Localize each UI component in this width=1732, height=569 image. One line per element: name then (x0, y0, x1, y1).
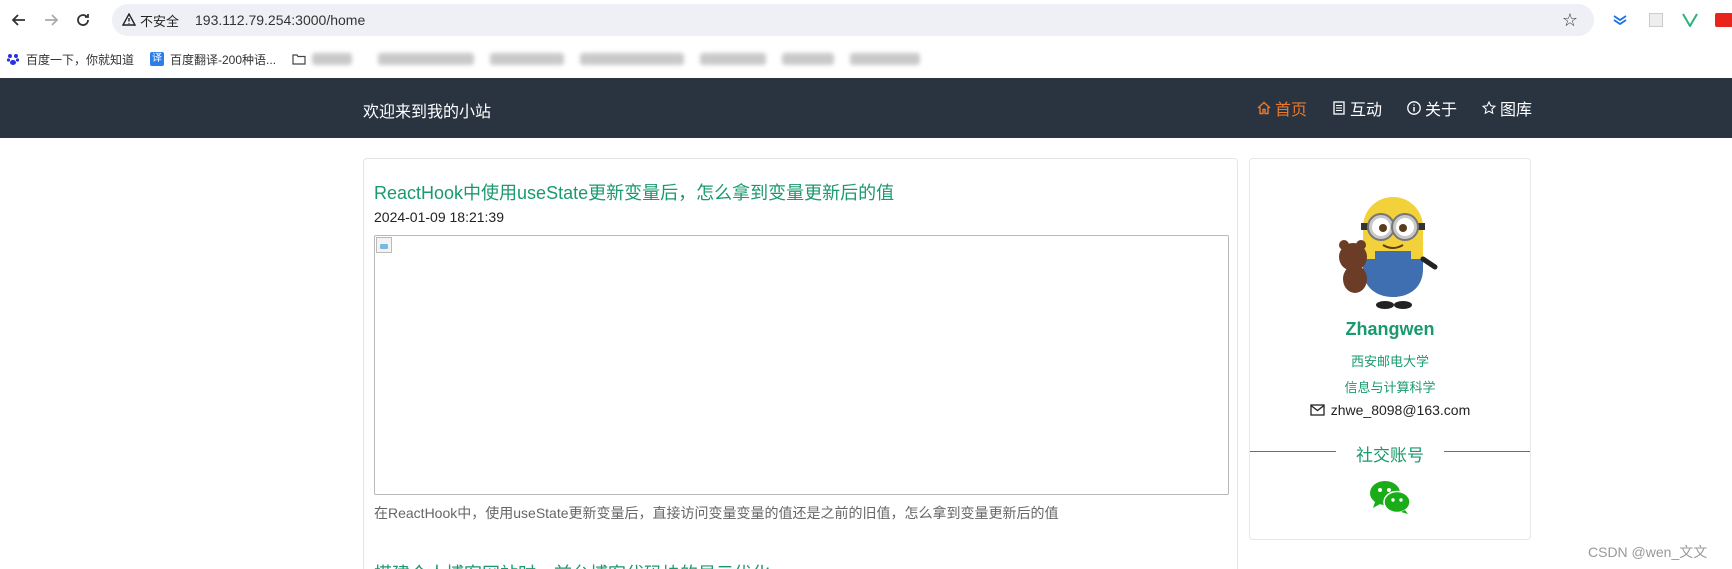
social-heading: 社交账号 (1356, 446, 1424, 465)
avatar (1339, 197, 1438, 309)
forward-arrow-icon (45, 14, 59, 26)
chevron-stack-icon (1613, 15, 1627, 26)
vue-devtools-icon (1682, 13, 1698, 27)
post-title[interactable]: ReactHook中使用useState更新变量后，怎么拿到变量更新后的值 (374, 179, 894, 205)
site-brand[interactable]: 欢迎来到我的小站 (363, 98, 491, 122)
blurred-bookmark[interactable] (490, 53, 565, 65)
blurred-bookmark (312, 53, 353, 65)
profile-email: zhwe_8098@163.com (1250, 402, 1530, 418)
nav-menu: 首页 互动 关于 图库 (1256, 96, 1556, 120)
red-extension-icon (1715, 13, 1732, 27)
site-navbar: 欢迎来到我的小站 首页 互动 关于 图库 (0, 78, 1732, 138)
bookmarks-bar: 百度一下，你就知道 译 百度翻译-200种语... (0, 40, 1732, 78)
nav-home[interactable]: 首页 (1256, 96, 1307, 120)
browser-toolbar: 不安全 193.112.79.254:3000/home ☆ (0, 0, 1732, 40)
broken-image-icon (376, 237, 392, 253)
post-date: 2024-01-09 18:21:39 (374, 209, 504, 225)
bookmark-baidu-translate[interactable]: 译 百度翻译-200种语... (150, 51, 276, 68)
bookmark-label: 百度一下，你就知道 (26, 52, 135, 67)
mail-icon (1310, 404, 1325, 416)
back-arrow-icon (11, 14, 25, 26)
forward-button[interactable] (38, 7, 64, 33)
home-icon (1257, 101, 1271, 115)
blurred-bookmark[interactable] (378, 53, 475, 65)
profile-card: Zhangwen 西安邮电大学 信息与计算科学 zhwe_8098@163.co… (1249, 158, 1531, 540)
bookmark-baidu[interactable]: 百度一下，你就知道 (6, 51, 134, 68)
nav-label: 关于 (1425, 102, 1458, 119)
folder-icon (292, 54, 306, 65)
nav-label: 互动 (1350, 102, 1383, 119)
warning-icon (122, 13, 136, 26)
address-bar[interactable]: 不安全 193.112.79.254:3000/home ☆ (112, 4, 1594, 36)
post-title[interactable]: 搭建个人博客网站时，前台博客代码块的显示优化 (374, 560, 770, 569)
blurred-bookmark[interactable] (782, 53, 835, 65)
grid-icon (1649, 13, 1663, 27)
profile-school: 西安邮电大学 (1350, 354, 1429, 369)
bookmark-folder[interactable] (292, 52, 368, 66)
blurred-bookmark[interactable] (850, 53, 921, 65)
post-summary: 在ReactHook中，使用useState更新变量后，直接访问变量变量的值还是… (374, 505, 1059, 521)
extension-icon[interactable] (1714, 10, 1732, 30)
social-divider: 社交账号 (1250, 441, 1530, 465)
star-icon (1481, 100, 1497, 115)
url-text[interactable]: 193.112.79.254:3000/home (195, 12, 365, 28)
profile-name: Zhangwen (1345, 319, 1435, 339)
reload-icon (77, 14, 89, 26)
back-button[interactable] (6, 7, 32, 33)
info-icon (1407, 101, 1421, 115)
bookmark-star-icon[interactable]: ☆ (1560, 10, 1580, 30)
reload-button[interactable] (70, 7, 96, 33)
extension-icon[interactable] (1680, 10, 1700, 30)
extension-icon[interactable] (1646, 10, 1666, 30)
translate-icon: 译 (150, 52, 165, 66)
document-icon (1333, 101, 1345, 115)
csdn-watermark: CSDN @wen_文文 (1588, 544, 1708, 560)
nav-about[interactable]: 关于 (1406, 96, 1457, 120)
post-cover-image[interactable] (374, 235, 1229, 495)
security-label: 不安全 (140, 13, 180, 29)
nav-label: 首页 (1275, 102, 1308, 119)
profile-major: 信息与计算科学 (1344, 380, 1436, 395)
blurred-bookmark[interactable] (700, 53, 767, 65)
bookmark-label: 百度翻译-200种语... (170, 52, 277, 67)
wechat-icon[interactable] (1369, 479, 1411, 515)
nav-interact[interactable]: 互动 (1331, 96, 1382, 120)
post-list-card: ReactHook中使用useState更新变量后，怎么拿到变量更新后的值 20… (363, 158, 1238, 569)
nav-gallery[interactable]: 图库 (1481, 96, 1532, 120)
nav-label: 图库 (1500, 102, 1533, 119)
security-indicator[interactable]: 不安全 (122, 11, 179, 30)
baidu-paw-icon (6, 54, 20, 65)
email-text: zhwe_8098@163.com (1330, 402, 1471, 418)
blurred-bookmark[interactable] (580, 53, 685, 65)
extension-icon[interactable] (1610, 10, 1630, 30)
